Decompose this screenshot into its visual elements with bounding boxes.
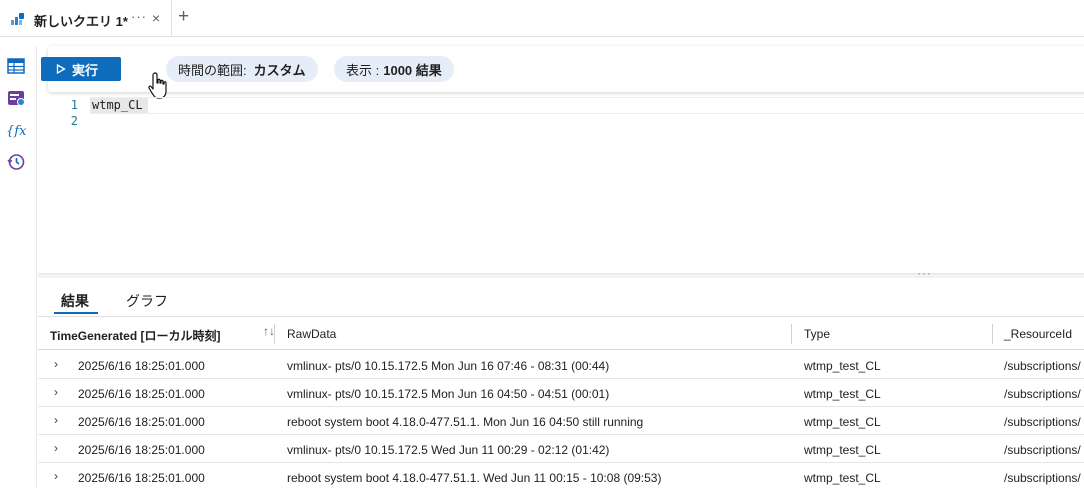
column-header-type[interactable]: Type (804, 327, 830, 341)
tab-bar: 新しいクエリ 1* ··· × + (0, 0, 1084, 37)
current-line-highlight (90, 97, 1084, 114)
line-number: 1 (70, 98, 78, 112)
run-button[interactable]: 実行 (41, 57, 121, 81)
result-limit-key: 表示 : (346, 62, 380, 78)
rail-divider (36, 46, 37, 487)
tab-chart[interactable]: グラフ (126, 291, 168, 311)
column-header-timegenerated[interactable]: TimeGenerated [ローカル時刻] (50, 327, 220, 344)
history-icon[interactable] (6, 152, 26, 172)
log-analytics-icon (11, 13, 24, 25)
time-range-button[interactable]: 時間の範囲: カスタム (166, 56, 318, 82)
cell-rawdata: reboot system boot 4.18.0-477.51.1. Wed … (287, 471, 662, 485)
add-tab-button[interactable]: + (178, 6, 189, 28)
splitter-grip-icon[interactable]: ··· (917, 266, 932, 280)
result-limit-button[interactable]: 表示 : 1000 結果 (334, 56, 454, 82)
column-divider[interactable] (791, 324, 792, 344)
chevron-right-icon[interactable]: › (54, 413, 58, 427)
cell-resourceid: /subscriptions/ (1004, 415, 1081, 429)
cell-timegenerated: 2025/6/16 18:25:01.000 (78, 471, 205, 485)
table-row[interactable]: › 2025/6/16 18:25:01.000 vmlinux- pts/0 … (38, 351, 1084, 379)
tab-more-icon[interactable]: ··· (131, 9, 147, 24)
query-tab[interactable]: 新しいクエリ 1* ··· × (0, 0, 172, 37)
column-header-rawdata[interactable]: RawData (287, 327, 336, 341)
svg-text:{fx}: {fx} (6, 124, 26, 139)
chevron-right-icon[interactable]: › (54, 385, 58, 399)
column-divider[interactable] (274, 324, 275, 344)
column-divider[interactable] (992, 324, 993, 344)
chevron-right-icon[interactable]: › (54, 441, 58, 455)
cell-resourceid: /subscriptions/ (1004, 359, 1081, 373)
cell-timegenerated: 2025/6/16 18:25:01.000 (78, 415, 205, 429)
chevron-right-icon[interactable]: › (54, 357, 58, 371)
cell-rawdata: reboot system boot 4.18.0-477.51.1. Mon … (287, 415, 644, 429)
cell-resourceid: /subscriptions/ (1004, 387, 1081, 401)
saved-query-icon[interactable] (6, 88, 26, 108)
table-row[interactable]: › 2025/6/16 18:25:01.000 vmlinux- pts/0 … (38, 379, 1084, 407)
cell-rawdata: vmlinux- pts/0 10.15.172.5 Mon Jun 16 04… (287, 387, 610, 401)
cell-rawdata: vmlinux- pts/0 10.15.172.5 Wed Jun 11 00… (287, 443, 610, 457)
cell-type: wtmp_test_CL (804, 359, 881, 373)
code-line[interactable]: wtmp_CL (92, 98, 143, 112)
close-icon[interactable]: × (152, 10, 160, 26)
cell-timegenerated: 2025/6/16 18:25:01.000 (78, 443, 205, 457)
table-icon[interactable] (6, 56, 26, 76)
cell-resourceid: /subscriptions/ (1004, 471, 1081, 485)
cell-timegenerated: 2025/6/16 18:25:01.000 (78, 387, 205, 401)
play-icon (56, 64, 66, 74)
cell-resourceid: /subscriptions/ (1004, 443, 1081, 457)
grid-header: TimeGenerated [ローカル時刻] ↑↓ RawData Type _… (38, 318, 1084, 350)
tab-results[interactable]: 結果 (61, 291, 89, 311)
cell-type: wtmp_test_CL (804, 387, 881, 401)
left-rail: {fx} (0, 37, 32, 487)
result-limit-value: 1000 結果 (383, 62, 442, 78)
cell-type: wtmp_test_CL (804, 415, 881, 429)
run-label: 実行 (72, 62, 99, 78)
time-range-key: 時間の範囲: (178, 62, 247, 78)
cell-rawdata: vmlinux- pts/0 10.15.172.5 Mon Jun 16 07… (287, 359, 610, 373)
line-number: 2 (70, 114, 78, 128)
time-range-value: カスタム (253, 62, 306, 78)
chevron-right-icon[interactable]: › (54, 469, 58, 483)
column-header-resourceid[interactable]: _ResourceId (1004, 327, 1072, 341)
active-tab-indicator (54, 312, 98, 314)
table-row[interactable]: › 2025/6/16 18:25:01.000 reboot system b… (38, 407, 1084, 435)
tab-title: 新しいクエリ 1* (34, 14, 128, 29)
cell-type: wtmp_test_CL (804, 443, 881, 457)
cell-timegenerated: 2025/6/16 18:25:01.000 (78, 359, 205, 373)
cell-type: wtmp_test_CL (804, 471, 881, 485)
function-icon[interactable]: {fx} (6, 120, 26, 140)
table-row[interactable]: › 2025/6/16 18:25:01.000 vmlinux- pts/0 … (38, 435, 1084, 463)
result-tabs: 結果 グラフ (38, 281, 1084, 317)
